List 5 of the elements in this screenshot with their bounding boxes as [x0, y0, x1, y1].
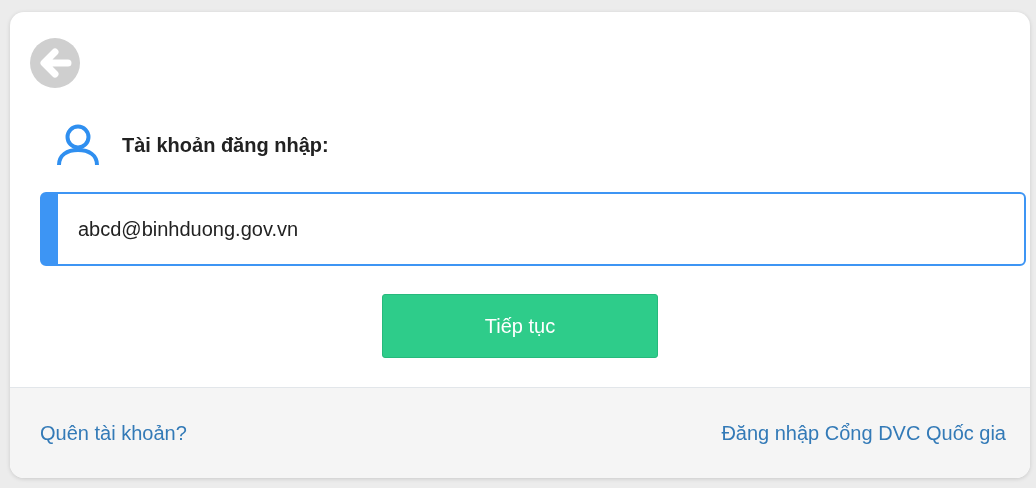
- footer-link[interactable]: Quên tài khoản?: [40, 421, 187, 445]
- user-icon: [56, 124, 100, 166]
- footer-link[interactable]: Đăng nhập Cổng DVC Quốc gia: [721, 421, 1006, 445]
- account-input-field[interactable]: abcd@binhduong.gov.vn: [40, 192, 1026, 266]
- account-label: Tài khoản đăng nhập:: [122, 133, 329, 157]
